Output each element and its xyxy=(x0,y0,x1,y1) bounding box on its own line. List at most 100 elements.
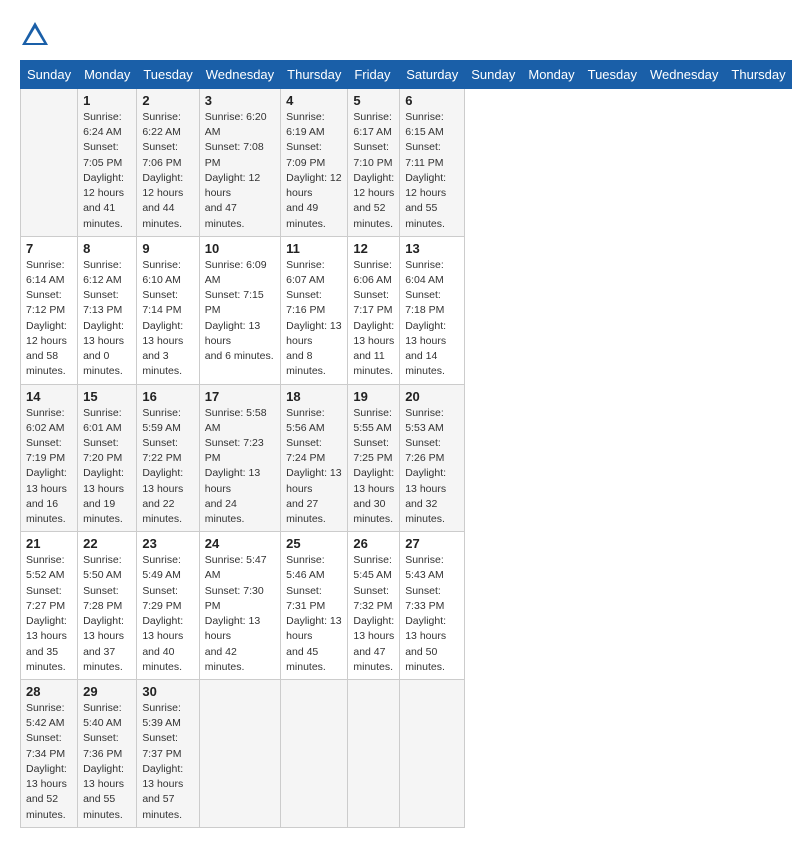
calendar-header-row: SundayMondayTuesdayWednesdayThursdayFrid… xyxy=(21,61,792,89)
day-number: 21 xyxy=(26,536,72,551)
logo-icon xyxy=(20,20,50,50)
day-number: 24 xyxy=(205,536,275,551)
day-number: 20 xyxy=(405,389,459,404)
day-info: Sunrise: 6:06 AM Sunset: 7:17 PM Dayligh… xyxy=(353,258,394,380)
day-info: Sunrise: 6:07 AM Sunset: 7:16 PM Dayligh… xyxy=(286,258,342,380)
day-number: 17 xyxy=(205,389,275,404)
calendar-week-row: 14Sunrise: 6:02 AM Sunset: 7:19 PM Dayli… xyxy=(21,384,792,532)
day-info: Sunrise: 5:52 AM Sunset: 7:27 PM Dayligh… xyxy=(26,553,72,675)
day-of-week-header: Sunday xyxy=(465,61,522,89)
logo xyxy=(20,20,54,50)
calendar-cell: 20 Sunrise: 5:53 AM Sunset: 7:26 PM Dayli… xyxy=(400,384,465,532)
day-number: 9 xyxy=(142,241,193,256)
day-info: Sunrise: 5:46 AM Sunset: 7:31 PM Dayligh… xyxy=(286,553,342,675)
calendar-cell xyxy=(348,680,400,828)
calendar-cell: 8 Sunrise: 6:12 AM Sunset: 7:13 PM Daylig… xyxy=(78,236,137,384)
calendar-cell: 1Sunrise: 6:24 AM Sunset: 7:05 PM Daylig… xyxy=(78,89,137,237)
calendar-cell: 7 Sunrise: 6:14 AM Sunset: 7:12 PM Daylig… xyxy=(21,236,78,384)
day-number: 7 xyxy=(26,241,72,256)
calendar-cell: 5Sunrise: 6:17 AM Sunset: 7:10 PM Daylig… xyxy=(348,89,400,237)
calendar-cell xyxy=(21,89,78,237)
day-of-week-header: Sunday xyxy=(21,61,78,89)
day-number: 11 xyxy=(286,241,342,256)
calendar-cell: 13 Sunrise: 6:04 AM Sunset: 7:18 PM Dayli… xyxy=(400,236,465,384)
day-number: 27 xyxy=(405,536,459,551)
calendar-cell: 22Sunrise: 5:50 AM Sunset: 7:28 PM Dayli… xyxy=(78,532,137,680)
day-info: Sunrise: 5:47 AM Sunset: 7:30 PM Dayligh… xyxy=(205,553,275,675)
calendar-cell: 27 Sunrise: 5:43 AM Sunset: 7:33 PM Dayli… xyxy=(400,532,465,680)
day-of-week-header: Saturday xyxy=(400,61,465,89)
day-info: Sunrise: 6:22 AM Sunset: 7:06 PM Dayligh… xyxy=(142,110,193,232)
calendar-cell: 6 Sunrise: 6:15 AM Sunset: 7:11 PM Daylig… xyxy=(400,89,465,237)
day-number: 22 xyxy=(83,536,131,551)
calendar-cell xyxy=(199,680,280,828)
calendar-cell: 29 Sunrise: 5:40 AM Sunset: 7:36 PM Dayli… xyxy=(78,680,137,828)
calendar-cell: 28Sunrise: 5:42 AM Sunset: 7:34 PM Dayli… xyxy=(21,680,78,828)
day-number: 29 xyxy=(83,684,131,699)
day-info: Sunrise: 5:56 AM Sunset: 7:24 PM Dayligh… xyxy=(286,406,342,528)
calendar-week-row: 28Sunrise: 5:42 AM Sunset: 7:34 PM Dayli… xyxy=(21,680,792,828)
day-number: 18 xyxy=(286,389,342,404)
calendar-cell: 16 Sunrise: 5:59 AM Sunset: 7:22 PM Dayli… xyxy=(137,384,199,532)
day-of-week-header: Wednesday xyxy=(199,61,280,89)
day-of-week-header: Tuesday xyxy=(137,61,199,89)
day-number: 4 xyxy=(286,93,342,108)
day-info: Sunrise: 6:01 AM Sunset: 7:20 PM Dayligh… xyxy=(83,406,131,528)
calendar-cell: 23Sunrise: 5:49 AM Sunset: 7:29 PM Dayli… xyxy=(137,532,199,680)
calendar-cell xyxy=(400,680,465,828)
calendar-cell: 10 Sunrise: 6:09 AM Sunset: 7:15 PM Dayli… xyxy=(199,236,280,384)
day-number: 15 xyxy=(83,389,131,404)
day-info: Sunrise: 5:45 AM Sunset: 7:32 PM Dayligh… xyxy=(353,553,394,675)
day-info: Sunrise: 6:09 AM Sunset: 7:15 PM Dayligh… xyxy=(205,258,275,365)
day-of-week-header: Monday xyxy=(78,61,137,89)
day-number: 8 xyxy=(83,241,131,256)
calendar-table: SundayMondayTuesdayWednesdayThursdayFrid… xyxy=(20,60,792,828)
calendar-cell: 30Sunrise: 5:39 AM Sunset: 7:37 PM Dayli… xyxy=(137,680,199,828)
calendar-cell: 3 Sunrise: 6:20 AM Sunset: 7:08 PM Daylig… xyxy=(199,89,280,237)
day-number: 25 xyxy=(286,536,342,551)
day-of-week-header: Tuesday xyxy=(581,61,643,89)
calendar-cell: 2 Sunrise: 6:22 AM Sunset: 7:06 PM Daylig… xyxy=(137,89,199,237)
day-info: Sunrise: 5:58 AM Sunset: 7:23 PM Dayligh… xyxy=(205,406,275,528)
calendar-cell: 21 Sunrise: 5:52 AM Sunset: 7:27 PM Dayli… xyxy=(21,532,78,680)
day-info: Sunrise: 6:19 AM Sunset: 7:09 PM Dayligh… xyxy=(286,110,342,232)
day-of-week-header: Wednesday xyxy=(644,61,725,89)
calendar-cell: 17 Sunrise: 5:58 AM Sunset: 7:23 PM Dayli… xyxy=(199,384,280,532)
page-header xyxy=(20,20,772,50)
calendar-cell: 12Sunrise: 6:06 AM Sunset: 7:17 PM Dayli… xyxy=(348,236,400,384)
day-number: 30 xyxy=(142,684,193,699)
calendar-cell: 15 Sunrise: 6:01 AM Sunset: 7:20 PM Dayli… xyxy=(78,384,137,532)
calendar-week-row: 7 Sunrise: 6:14 AM Sunset: 7:12 PM Daylig… xyxy=(21,236,792,384)
calendar-cell: 24 Sunrise: 5:47 AM Sunset: 7:30 PM Dayli… xyxy=(199,532,280,680)
day-info: Sunrise: 6:10 AM Sunset: 7:14 PM Dayligh… xyxy=(142,258,193,380)
day-info: Sunrise: 6:24 AM Sunset: 7:05 PM Dayligh… xyxy=(83,110,131,232)
day-info: Sunrise: 6:15 AM Sunset: 7:11 PM Dayligh… xyxy=(405,110,459,232)
calendar-cell: 4 Sunrise: 6:19 AM Sunset: 7:09 PM Daylig… xyxy=(281,89,348,237)
calendar-cell: 25 Sunrise: 5:46 AM Sunset: 7:31 PM Dayli… xyxy=(281,532,348,680)
day-number: 13 xyxy=(405,241,459,256)
day-info: Sunrise: 5:42 AM Sunset: 7:34 PM Dayligh… xyxy=(26,701,72,823)
day-of-week-header: Monday xyxy=(522,61,581,89)
day-info: Sunrise: 6:20 AM Sunset: 7:08 PM Dayligh… xyxy=(205,110,275,232)
day-number: 2 xyxy=(142,93,193,108)
day-info: Sunrise: 5:43 AM Sunset: 7:33 PM Dayligh… xyxy=(405,553,459,675)
day-info: Sunrise: 5:40 AM Sunset: 7:36 PM Dayligh… xyxy=(83,701,131,823)
day-number: 26 xyxy=(353,536,394,551)
day-number: 23 xyxy=(142,536,193,551)
calendar-cell xyxy=(281,680,348,828)
day-info: Sunrise: 6:14 AM Sunset: 7:12 PM Dayligh… xyxy=(26,258,72,380)
calendar-cell: 19Sunrise: 5:55 AM Sunset: 7:25 PM Dayli… xyxy=(348,384,400,532)
day-number: 14 xyxy=(26,389,72,404)
day-number: 3 xyxy=(205,93,275,108)
day-of-week-header: Thursday xyxy=(281,61,348,89)
day-info: Sunrise: 6:04 AM Sunset: 7:18 PM Dayligh… xyxy=(405,258,459,380)
day-info: Sunrise: 6:12 AM Sunset: 7:13 PM Dayligh… xyxy=(83,258,131,380)
day-number: 10 xyxy=(205,241,275,256)
calendar-cell: 18 Sunrise: 5:56 AM Sunset: 7:24 PM Dayli… xyxy=(281,384,348,532)
day-info: Sunrise: 6:17 AM Sunset: 7:10 PM Dayligh… xyxy=(353,110,394,232)
day-info: Sunrise: 5:59 AM Sunset: 7:22 PM Dayligh… xyxy=(142,406,193,528)
calendar-cell: 26 Sunrise: 5:45 AM Sunset: 7:32 PM Dayli… xyxy=(348,532,400,680)
day-info: Sunrise: 5:53 AM Sunset: 7:26 PM Dayligh… xyxy=(405,406,459,528)
day-number: 6 xyxy=(405,93,459,108)
day-number: 16 xyxy=(142,389,193,404)
